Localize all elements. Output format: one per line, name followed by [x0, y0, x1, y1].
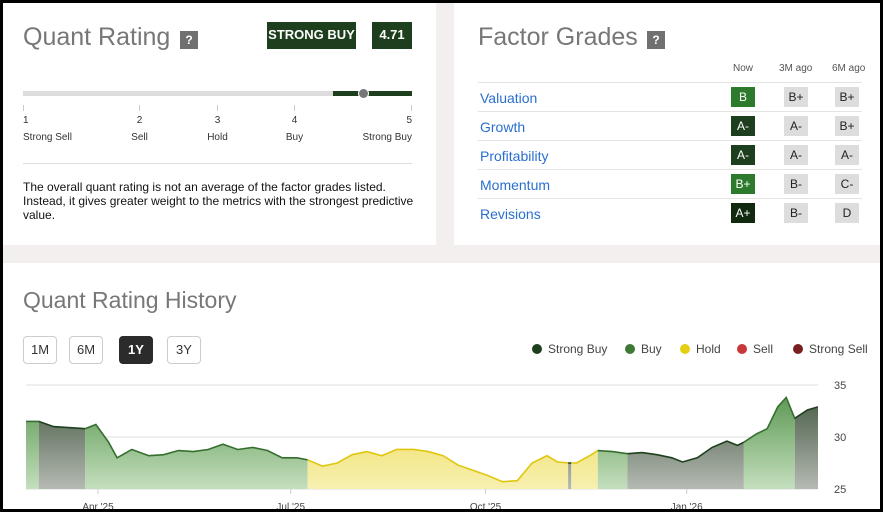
factor-link-revisions[interactable]: Revisions [480, 206, 541, 222]
col-now: Now [733, 63, 754, 74]
scale-number: 3 [214, 115, 221, 126]
factor-grades-card: Factor Grades ? Now 3M ago 6M ago Valuat… [454, 3, 880, 245]
grade-3m: B+ [784, 87, 808, 107]
help-icon[interactable]: ? [647, 31, 665, 49]
x-tick-label: Apr '25 [82, 502, 114, 509]
factor-row: Valuation B B+ B+ [478, 82, 862, 111]
scale-tick [411, 105, 412, 111]
legend-dot-icon [793, 344, 803, 354]
y-tick-label: 35 [834, 380, 846, 392]
grade-3m: B- [784, 203, 808, 223]
grade-6m: C- [835, 174, 859, 194]
legend-label: Buy [641, 342, 662, 356]
legend-label: Strong Buy [548, 342, 608, 356]
grade-now: B+ [731, 174, 755, 194]
grade-6m: A- [835, 145, 859, 165]
legend-dot-icon [625, 344, 635, 354]
grade-6m: B+ [835, 87, 859, 107]
grade-now: A+ [731, 203, 755, 223]
rating-badge: STRONG BUY [267, 22, 356, 49]
grade-now: B [731, 87, 755, 107]
factor-row: Profitability A- A- A- [478, 140, 862, 169]
legend-dot-icon [680, 344, 690, 354]
legend-label: Hold [696, 342, 721, 356]
factor-link-valuation[interactable]: Valuation [480, 90, 537, 106]
factor-row: Momentum B+ B- C- [478, 169, 862, 198]
factor-link-profitability[interactable]: Profitability [480, 148, 548, 164]
x-tick-label: Oct '25 [470, 502, 502, 509]
factor-link-momentum[interactable]: Momentum [480, 177, 550, 193]
col-3m: 3M ago [779, 63, 813, 74]
legend-label: Sell [753, 342, 774, 356]
scale-label: Buy [285, 132, 304, 143]
y-tick-label: 25 [834, 484, 846, 496]
grade-6m: B+ [835, 116, 859, 136]
scale-number: 2 [136, 115, 143, 126]
legend-label: Strong Sell [809, 342, 868, 356]
scale-label: Hold [207, 132, 228, 143]
score-badge: 4.71 [372, 22, 412, 49]
factor-row: Growth A- A- B+ [478, 111, 862, 140]
quant-description: The overall quant rating is not an avera… [23, 180, 414, 222]
range-button-1m[interactable]: 1M [23, 336, 57, 364]
y-tick-label: 30 [834, 432, 846, 444]
range-button-1y[interactable]: 1Y [119, 336, 153, 364]
scale-label: Sell [131, 132, 148, 143]
grade-3m: A- [784, 145, 808, 165]
legend-item[interactable]: Buy [625, 342, 662, 356]
grade-3m: A- [784, 116, 808, 136]
quant-rating-card: Quant Rating ? STRONG BUY 4.71 The overa… [3, 3, 436, 245]
legend-dot-icon [737, 344, 747, 354]
legend-dot-icon [532, 344, 542, 354]
legend-item[interactable]: Hold [680, 342, 721, 356]
quant-rating-title: Quant Rating [23, 23, 171, 51]
rating-marker [357, 88, 369, 99]
scale-tick [294, 105, 295, 111]
scale-tick [139, 105, 140, 111]
factor-link-growth[interactable]: Growth [480, 119, 525, 135]
legend-item[interactable]: Strong Buy [532, 342, 607, 356]
scale-tick [217, 105, 218, 111]
grade-now: A- [731, 116, 755, 136]
scale-number: 4 [291, 115, 298, 126]
scale-tick [23, 105, 24, 111]
scale-label: Strong Buy [362, 132, 412, 143]
factor-grades-title: Factor Grades [478, 23, 638, 51]
scale-number: 5 [406, 115, 412, 126]
scale-label: Strong Sell [23, 132, 72, 143]
rating-scale-bar [23, 88, 412, 99]
grade-now: A- [731, 145, 755, 165]
help-icon[interactable]: ? [180, 31, 198, 49]
legend-item[interactable]: Strong Sell [793, 342, 868, 356]
legend-item[interactable]: Sell [737, 342, 773, 356]
range-button-6m[interactable]: 6M [69, 336, 103, 364]
factor-row: Revisions A+ B- D [478, 198, 862, 227]
rating-history-card: Quant Rating History 35 30 25 Apr '25 Jul '2… [3, 263, 880, 509]
col-6m: 6M ago [832, 63, 866, 74]
x-tick-label: Jan '26 [671, 502, 703, 509]
rating-history-chart: 35 30 25 Apr '25 Jul '25 Oct '25 Jan '26 [26, 380, 846, 509]
scale-number: 1 [23, 115, 29, 126]
range-button-3y[interactable]: 3Y [167, 336, 201, 364]
grade-6m: D [835, 203, 859, 223]
x-tick-label: Jul '25 [276, 502, 305, 509]
grade-3m: B- [784, 174, 808, 194]
